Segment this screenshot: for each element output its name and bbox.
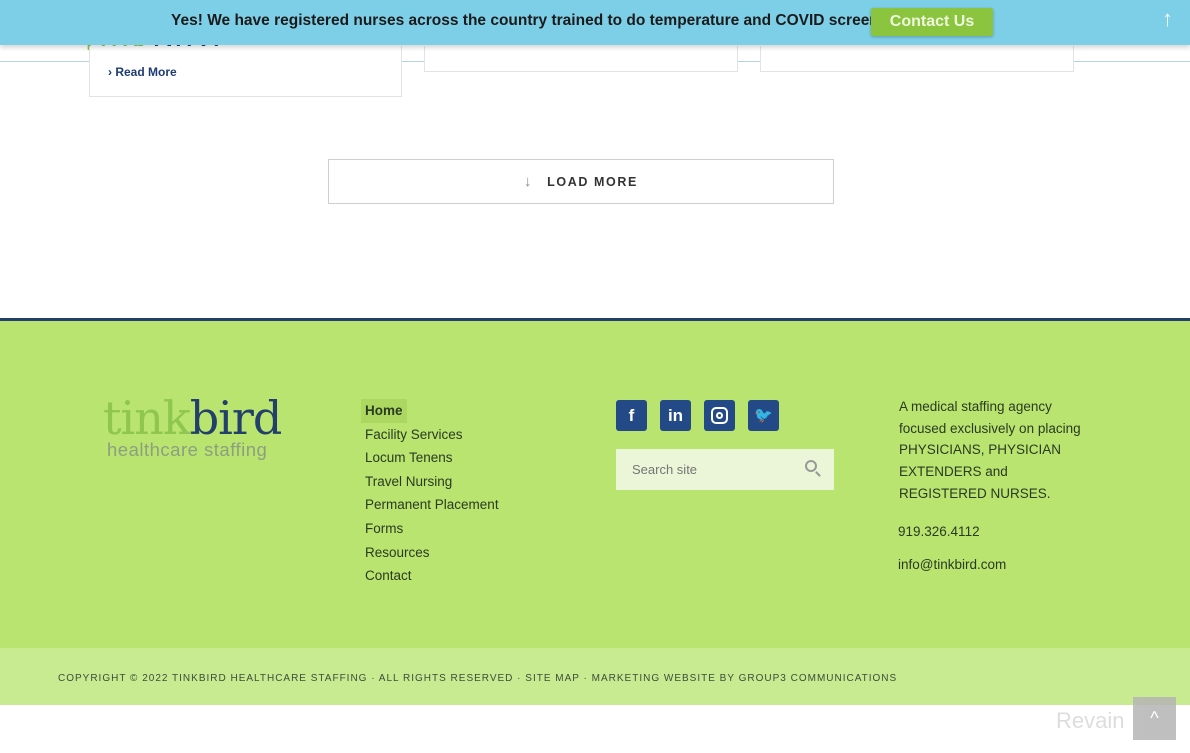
notification-bar: Yes! We have registered nurses across th… xyxy=(0,0,1190,45)
arrow-up-icon[interactable]: ↑ xyxy=(1162,6,1173,32)
footer-nav-home[interactable]: Home xyxy=(361,399,407,423)
footer-nav-locum-tenens[interactable]: Locum Tenens xyxy=(365,446,499,470)
footer-nav-facility-services[interactable]: Facility Services xyxy=(365,423,499,447)
footer-nav: Home Facility Services Locum Tenens Trav… xyxy=(361,399,499,588)
phone-link[interactable]: 919.326.4112 xyxy=(898,524,980,539)
search-input[interactable] xyxy=(616,449,834,490)
footer-nav-resources[interactable]: Resources xyxy=(365,541,499,565)
linkedin-icon[interactable]: in xyxy=(660,400,691,431)
logo-part1: tink xyxy=(103,391,191,445)
read-more-label: Read More xyxy=(115,65,177,79)
scroll-to-top-button[interactable]: ^ xyxy=(1133,697,1176,740)
notification-text: Yes! We have registered nurses across th… xyxy=(171,12,915,29)
footer-logo[interactable]: tinkbird healthcare staffing xyxy=(103,391,283,461)
footer-nav-permanent-placement[interactable]: Permanent Placement xyxy=(365,493,499,517)
contact-us-button[interactable]: Contact Us xyxy=(871,8,993,36)
instagram-icon[interactable] xyxy=(704,400,735,431)
load-more-button[interactable]: ↓ LOAD MORE xyxy=(328,159,834,204)
footer-nav-travel-nursing[interactable]: Travel Nursing xyxy=(365,470,499,494)
twitter-icon[interactable]: 🐦 xyxy=(748,400,779,431)
logo-part2: bird xyxy=(189,391,283,445)
post-card xyxy=(424,46,738,72)
email-link[interactable]: info@tinkbird.com xyxy=(898,557,1006,572)
footer-nav-forms[interactable]: Forms xyxy=(365,517,499,541)
revain-watermark: Revain xyxy=(1056,708,1125,733)
post-card xyxy=(760,46,1074,72)
arrow-down-icon: ↓ xyxy=(524,173,534,190)
facebook-icon[interactable]: f xyxy=(616,400,647,431)
chevron-up-icon: ^ xyxy=(1150,708,1159,728)
footer-nav-contact[interactable]: Contact xyxy=(365,564,499,588)
logo-tagline: healthcare staffing xyxy=(107,439,268,460)
about-text: A medical staffing agency focused exclus… xyxy=(899,399,1081,501)
read-more-link[interactable]: › Read More xyxy=(108,65,177,79)
search-icon[interactable] xyxy=(805,460,817,472)
load-more-label: LOAD MORE xyxy=(547,175,638,189)
copyright-text: COPYRIGHT © 2022 TINKBIRD HEALTHCARE STA… xyxy=(58,673,898,684)
